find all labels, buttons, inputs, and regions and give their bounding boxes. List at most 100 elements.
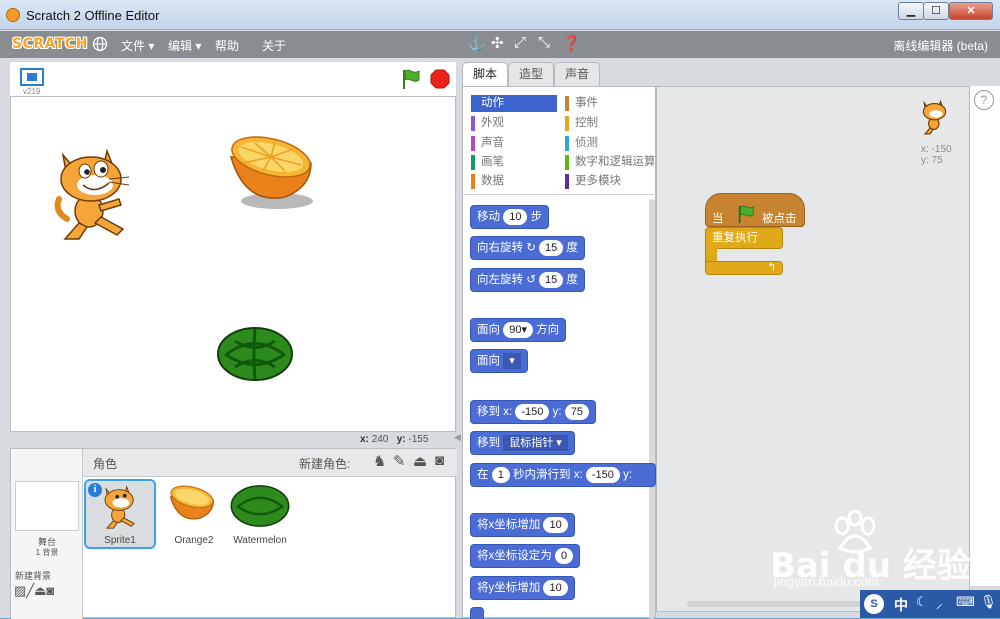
category-motion[interactable]: 动作 (471, 95, 557, 112)
block-point-towards[interactable]: 面向 ▾ (470, 349, 528, 373)
block-number-input[interactable]: 10 (543, 516, 568, 533)
block-go-to-xy[interactable]: 移到 x: -150 y: 75 (470, 400, 596, 424)
sprite-thumb-sprite1[interactable]: i Sprite1 (84, 479, 156, 549)
block-number-input[interactable]: 0 (554, 547, 574, 564)
block-text: 面向 (477, 355, 500, 367)
orange-sprite[interactable] (225, 135, 317, 213)
moon-icon[interactable]: ☾ (916, 594, 928, 610)
duplicate-stamp-icon[interactable]: ⚓ (467, 34, 486, 52)
block-text: 秒内滑行到 x: (513, 469, 583, 481)
ime-tray: S 中 ☾ ⸝ ⌨ 🎙 (860, 590, 1000, 618)
block-x-input[interactable]: -150 (585, 466, 620, 483)
menu-tips[interactable]: 帮助 (215, 37, 239, 54)
language-globe-icon[interactable] (92, 36, 108, 52)
watermelon-sprite[interactable] (215, 325, 295, 383)
forever-block-top: 重复执行 (705, 227, 783, 249)
block-seconds-input[interactable]: 1 (491, 466, 510, 483)
category-sensing[interactable]: 侦测 (565, 135, 651, 152)
when-flag-clicked-block[interactable]: 当 被点击 (705, 193, 805, 227)
block-set-y-partial[interactable] (470, 607, 484, 619)
block-text: 移到 (477, 437, 500, 449)
sprite-thumb-orange2[interactable]: Orange2 (161, 479, 227, 549)
backdrop-library-icon[interactable]: ▨ (14, 583, 26, 598)
block-set-x[interactable]: 将x坐标设定为 0 (470, 544, 581, 568)
menu-file[interactable]: 文件 ▾ (121, 37, 154, 54)
scratch-cat-sprite[interactable] (49, 147, 141, 245)
ime-mode[interactable]: 中 (894, 595, 908, 615)
scratch-logo[interactable]: SCRATCH (12, 36, 88, 52)
block-number-input[interactable]: 15 (539, 239, 564, 256)
category-data[interactable]: 数据 (471, 173, 557, 190)
presentation-mode-icon[interactable] (20, 68, 44, 86)
block-number-input[interactable]: 15 (539, 271, 564, 288)
category-events[interactable]: 事件 (565, 95, 651, 112)
sprite-list-pane: 舞台 1 背景 新建背景 ▨╱⏏◙ 角色 新建角色: ♞ ✎ ⏏ ◙ i Spr… (10, 448, 457, 619)
maximize-button[interactable]: ☐ (923, 2, 949, 20)
block-turn-right[interactable]: 向右旋转 ↻ 15 度 (470, 236, 585, 260)
upload-backdrop-icon[interactable]: ⏏ (34, 583, 46, 598)
block-help-icon[interactable]: ❓ (562, 34, 581, 52)
punctuation-icon[interactable]: ⸝ (936, 594, 943, 612)
watermelon-thumbnail-icon (230, 485, 290, 527)
menu-about[interactable]: 关于 (262, 37, 286, 54)
block-text: 在 (477, 469, 489, 481)
category-operators[interactable]: 数字和逻辑运算 (565, 154, 657, 171)
green-flag-icon (738, 205, 754, 224)
block-direction-input[interactable]: 90▾ (503, 321, 533, 338)
block-turn-left[interactable]: 向左旋转 ↺ 15 度 (470, 268, 585, 292)
camera-backdrop-icon[interactable]: ◙ (46, 583, 54, 598)
sprite-library-icon[interactable]: ♞ (373, 452, 386, 470)
block-point-in-direction[interactable]: 面向 90▾ 方向 (470, 318, 567, 342)
paint-sprite-icon[interactable]: ✎ (393, 452, 406, 470)
menu-edit[interactable]: 编辑 ▾ (168, 37, 201, 54)
block-text: 移到 x: (477, 406, 513, 418)
ime-logo-icon[interactable]: S (864, 594, 884, 614)
palette-scrollbar[interactable] (649, 199, 655, 619)
close-button[interactable]: ✕ (949, 2, 993, 20)
keyboard-icon[interactable]: ⌨ (956, 594, 975, 610)
block-go-to[interactable]: 移到 鼠标指针 ▾ (470, 431, 575, 455)
block-target-dropdown[interactable]: 鼠标指针 ▾ (503, 434, 568, 451)
stage-canvas[interactable] (10, 96, 456, 432)
paint-backdrop-icon[interactable]: ╱ (26, 583, 34, 598)
collapse-stage-arrow-icon[interactable]: ◀ (454, 432, 462, 448)
help-question-icon[interactable]: ? (974, 90, 994, 110)
block-dropdown-arrow-icon[interactable]: ▾ (503, 352, 521, 369)
minimize-button[interactable]: ▁ (898, 2, 924, 20)
cut-scissors-icon[interactable]: ✣ (491, 34, 504, 52)
block-text: 度 (566, 274, 579, 286)
block-glide[interactable]: 在 1 秒内滑行到 x: -150 y: (470, 463, 656, 487)
block-y-input[interactable]: 75 (564, 403, 589, 420)
block-number-input[interactable]: 10 (503, 208, 528, 225)
block-number-input[interactable]: 10 (543, 579, 568, 596)
stop-sign-icon[interactable] (430, 69, 450, 89)
scratch-app-icon (6, 8, 20, 22)
category-pen[interactable]: 画笔 (471, 154, 557, 171)
category-control[interactable]: 控制 (565, 115, 651, 132)
block-x-input[interactable]: -150 (515, 403, 550, 420)
tab-sounds[interactable]: 声音 (554, 62, 600, 86)
orange-thumbnail-icon (169, 485, 215, 520)
microphone-icon[interactable]: 🎙 (980, 594, 997, 610)
sprite-thumb-watermelon[interactable]: Watermelon (227, 479, 293, 549)
block-change-y[interactable]: 将y坐标增加 10 (470, 576, 575, 600)
stage-backdrop-panel: 舞台 1 背景 新建背景 ▨╱⏏◙ (11, 449, 83, 619)
window-title: Scratch 2 Offline Editor (26, 8, 160, 23)
block-change-x[interactable]: 将x坐标增加 10 (470, 513, 575, 537)
block-move-steps[interactable]: 移动 10 步 (470, 205, 550, 229)
camera-sprite-icon[interactable]: ◙ (435, 452, 444, 469)
shrink-icon[interactable]: ⤡ (538, 34, 550, 51)
grow-icon[interactable]: ⤢ (514, 34, 526, 51)
watermark-url: jingyan.baidu.com (774, 574, 879, 589)
block-text: 将x坐标设定为 (477, 550, 552, 562)
rotate-counterclockwise-icon: ↺ (526, 274, 536, 286)
category-sound[interactable]: 声音 (471, 135, 557, 152)
forever-block[interactable]: 重复执行 ↰ (705, 227, 783, 275)
tab-scripts[interactable]: 脚本 (462, 62, 508, 86)
stage-thumbnail[interactable] (15, 481, 79, 531)
category-looks[interactable]: 外观 (471, 115, 557, 132)
green-flag-icon[interactable] (401, 68, 421, 90)
category-more-blocks[interactable]: 更多模块 (565, 173, 651, 190)
tab-costumes[interactable]: 造型 (508, 62, 554, 86)
upload-sprite-icon[interactable]: ⏏ (413, 452, 427, 470)
